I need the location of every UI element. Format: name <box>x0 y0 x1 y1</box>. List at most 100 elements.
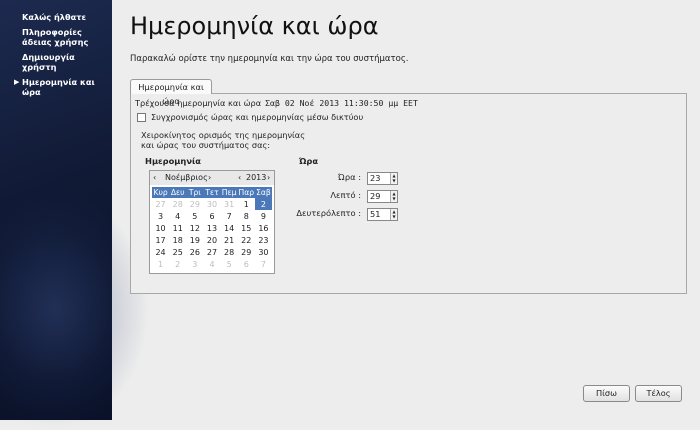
calendar-day[interactable]: 2 <box>169 258 186 270</box>
calendar-day[interactable]: 17 <box>152 234 169 246</box>
checkbox-box[interactable] <box>137 112 146 122</box>
tab-date-time[interactable]: Ημερομηνία και ώρα <box>130 79 212 106</box>
sidebar-item-label: Δημιουργία χρήστη <box>22 52 75 72</box>
next-year-icon[interactable]: › <box>267 171 270 185</box>
sidebar-item-label: Ημερομηνία και ώρα <box>22 77 95 97</box>
calendar-day[interactable]: 8 <box>238 210 255 222</box>
calendar-day[interactable]: 4 <box>203 258 220 270</box>
hour-value: 23 <box>370 173 381 183</box>
page-subtitle: Παρακαλώ ορίστε την ημερομηνία και την ώ… <box>130 54 409 64</box>
calendar-week: 24 25 26 27 28 29 30 <box>152 246 272 258</box>
weekday-header: Τρι <box>186 187 204 198</box>
next-month-icon[interactable]: › <box>208 171 211 185</box>
weekday-header: Τετ <box>203 187 221 198</box>
minute-value: 29 <box>370 191 381 201</box>
sidebar-nav: Καλώς ήλθατε Πληροφορίες άδειας χρήσης Δ… <box>0 12 112 102</box>
sidebar-item-license: Πληροφορίες άδειας χρήσης <box>0 27 112 47</box>
calendar-day[interactable]: 18 <box>169 234 186 246</box>
second-spinner[interactable]: 51 ▲ ▼ <box>367 208 398 221</box>
spinner-arrows-icon[interactable]: ▲ ▼ <box>390 173 397 184</box>
calendar-day[interactable]: 11 <box>169 222 186 234</box>
back-button[interactable]: Πίσω <box>583 385 630 402</box>
calendar: ‹ Νοέμβριος › ‹ 2013 › Κυρ Δευ Τρι Τετ Πεμ Πα… <box>149 170 275 274</box>
hour-label: Ώρα : <box>337 172 361 182</box>
calendar-day[interactable]: 27 <box>152 198 169 210</box>
calendar-day[interactable]: 30 <box>203 198 220 210</box>
calendar-week: 17 18 19 20 21 22 23 <box>152 234 272 246</box>
calendar-day[interactable]: 2 <box>254 198 272 210</box>
weekday-header: Δευ <box>169 187 187 198</box>
calendar-day[interactable]: 23 <box>255 234 272 246</box>
calendar-day[interactable]: 16 <box>255 222 272 234</box>
calendar-day[interactable]: 20 <box>203 234 220 246</box>
calendar-day[interactable]: 1 <box>152 258 169 270</box>
sidebar-item-label: Καλώς ήλθατε <box>22 12 87 22</box>
second-label: Δευτερόλεπτο : <box>296 208 361 218</box>
calendar-day[interactable]: 14 <box>221 222 238 234</box>
calendar-day[interactable]: 7 <box>221 210 238 222</box>
minute-label: Λεπτό : <box>330 190 361 200</box>
weekday-header: Κυρ <box>152 187 170 198</box>
calendar-day[interactable]: 21 <box>221 234 238 246</box>
calendar-day[interactable]: 4 <box>169 210 186 222</box>
calendar-day[interactable]: 30 <box>255 246 272 258</box>
month-label: Νοέμβριος <box>165 173 208 182</box>
calendar-day[interactable]: 31 <box>221 198 238 210</box>
calendar-day[interactable]: 25 <box>169 246 186 258</box>
ntp-sync-checkbox[interactable]: Συγχρονισμός ώρας και ημερομηνίας μέσω δ… <box>137 112 363 122</box>
spinner-arrows-icon[interactable]: ▲ ▼ <box>390 191 397 202</box>
weekday-header: Σαβ <box>254 187 272 198</box>
sidebar-item-create-user: Δημιουργία χρήστη <box>0 52 112 72</box>
weekday-header: Παρ <box>237 187 255 198</box>
calendar-day[interactable]: 5 <box>186 210 203 222</box>
calendar-day[interactable]: 28 <box>221 246 238 258</box>
calendar-day[interactable]: 22 <box>238 234 255 246</box>
prev-year-icon[interactable]: ‹ <box>238 171 241 185</box>
calendar-day[interactable]: 1 <box>238 198 255 210</box>
calendar-day[interactable]: 5 <box>221 258 238 270</box>
calendar-week: 10 11 12 13 14 15 16 <box>152 222 272 234</box>
calendar-day[interactable]: 29 <box>186 198 203 210</box>
calendar-day[interactable]: 27 <box>203 246 220 258</box>
calendar-day[interactable]: 3 <box>152 210 169 222</box>
calendar-day[interactable]: 19 <box>186 234 203 246</box>
calendar-grid: Κυρ Δευ Τρι Τετ Πεμ Παρ Σαβ 27 28 29 30 31 1 2 3 4 5 6 7 8… <box>152 187 272 270</box>
current-datetime-label: Τρέχουσα ημερομηνία και ώρα <box>135 98 262 108</box>
sidebar: Καλώς ήλθατε Πληροφορίες άδειας χρήσης Δ… <box>0 0 150 430</box>
current-datetime-value: Σαβ 02 Νοέ 2013 11:30:50 μμ EET <box>265 98 418 108</box>
manual-setting-text: Χειροκίνητος ορισμός της ημερομηνίας και… <box>141 130 306 150</box>
spinner-arrows-icon[interactable]: ▲ ▼ <box>390 209 397 220</box>
calendar-day[interactable]: 9 <box>255 210 272 222</box>
calendar-days: 27 28 29 30 31 1 2 3 4 5 6 7 8 9 10 11 12 13 14 15 16 17 18 19 2… <box>152 198 272 270</box>
year-label: 2013 <box>246 173 267 182</box>
sidebar-item-date-time: ▶ Ημερομηνία και ώρα <box>0 77 112 97</box>
sidebar-item-welcome: Καλώς ήλθατε <box>0 12 112 22</box>
calendar-day[interactable]: 7 <box>255 258 272 270</box>
calendar-week: 27 28 29 30 31 1 2 <box>152 198 272 210</box>
prev-month-icon[interactable]: ‹ <box>153 171 156 185</box>
calendar-day[interactable]: 6 <box>203 210 220 222</box>
calendar-day[interactable]: 13 <box>203 222 220 234</box>
current-step-arrow-icon: ▶ <box>14 78 20 86</box>
calendar-day[interactable]: 24 <box>152 246 169 258</box>
ntp-sync-label: Συγχρονισμός ώρας και ημερομηνίας μέσω δ… <box>151 112 364 122</box>
calendar-day[interactable]: 29 <box>238 246 255 258</box>
calendar-day[interactable]: 6 <box>238 258 255 270</box>
second-value: 51 <box>370 209 381 219</box>
calendar-day[interactable]: 12 <box>186 222 203 234</box>
minute-spinner[interactable]: 29 ▲ ▼ <box>367 190 398 203</box>
calendar-day[interactable]: 15 <box>238 222 255 234</box>
calendar-week: 3456789 <box>152 210 272 222</box>
date-heading: Ημερομηνία <box>145 156 201 166</box>
page-title: Ημερομηνία και ώρα <box>130 12 379 40</box>
calendar-day[interactable]: 28 <box>169 198 186 210</box>
weekday-header: Πεμ <box>220 187 238 198</box>
finish-button[interactable]: Τέλος <box>635 385 682 402</box>
hour-spinner[interactable]: 23 ▲ ▼ <box>367 172 398 185</box>
main-content: Ημερομηνία και ώρα Παρακαλώ ορίστε την η… <box>112 0 700 420</box>
calendar-day[interactable]: 10 <box>152 222 169 234</box>
calendar-day[interactable]: 3 <box>186 258 203 270</box>
calendar-day[interactable]: 26 <box>186 246 203 258</box>
time-heading: Ώρα <box>299 156 319 166</box>
sidebar-item-label: Πληροφορίες άδειας χρήσης <box>22 27 89 47</box>
